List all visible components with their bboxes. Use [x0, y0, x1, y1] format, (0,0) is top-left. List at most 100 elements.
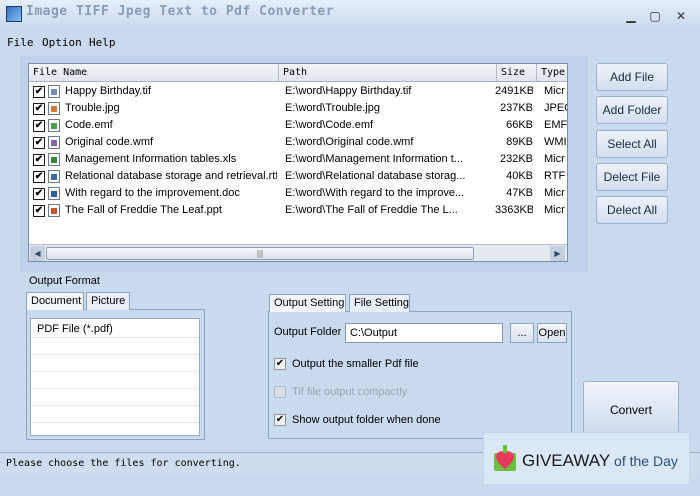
file-name: Happy Birthday.tif — [65, 85, 152, 97]
giveaway-suffix: of the Day — [610, 453, 678, 469]
file-name: Relational database storage and retrieva… — [65, 170, 277, 182]
file-path: E:\word\The Fall of Freddie The L... — [285, 204, 458, 216]
table-row[interactable]: ✔ Trouble.jpg E:\word\Trouble.jpg 237KB … — [29, 100, 567, 117]
file-list[interactable]: File Name Path Size Type ✔ Happy Birthda… — [28, 63, 568, 262]
scroll-thumb[interactable]: ||| — [46, 247, 474, 260]
file-name: With regard to the improvement.doc — [65, 187, 240, 199]
row-checkbox[interactable]: ✔ — [33, 154, 45, 166]
window-title: Image TIFF Jpeg Text to Pdf Converter — [26, 4, 335, 19]
file-type: EMF — [544, 119, 568, 131]
column-type[interactable]: Type — [537, 64, 567, 82]
smaller-pdf-checkbox[interactable]: ✔ — [274, 358, 286, 370]
open-button[interactable]: Open — [537, 323, 567, 343]
file-path: E:\word\Happy Birthday.tif — [285, 85, 412, 97]
app-icon — [6, 6, 22, 22]
menu-help[interactable]: Help — [89, 36, 116, 49]
close-button[interactable]: ✕ — [671, 8, 691, 24]
rtf-file-icon — [48, 170, 60, 183]
row-checkbox[interactable]: ✔ — [33, 86, 45, 98]
column-file-name[interactable]: File Name — [29, 64, 279, 82]
format-item-pdf[interactable]: PDF File (*.pdf) — [31, 321, 199, 338]
list-item — [31, 355, 199, 372]
table-row[interactable]: ✔ Original code.wmf E:\word\Original cod… — [29, 134, 567, 151]
gift-heart-icon — [494, 445, 516, 471]
row-checkbox[interactable]: ✔ — [33, 171, 45, 183]
compact-tif-checkbox — [274, 386, 286, 398]
list-item — [31, 338, 199, 355]
delete-file-button[interactable]: Delect File — [596, 163, 668, 191]
table-row[interactable]: ✔ The Fall of Freddie The Leaf.ppt E:\wo… — [29, 202, 567, 219]
file-size: 2491KB — [495, 85, 533, 97]
file-path: E:\word\Management Information t... — [285, 153, 463, 165]
add-folder-button[interactable]: Add Folder — [596, 96, 668, 124]
ppt-file-icon — [48, 204, 60, 217]
table-row[interactable]: ✔ Relational database storage and retrie… — [29, 168, 567, 185]
column-size[interactable]: Size — [497, 64, 537, 82]
column-path[interactable]: Path — [279, 64, 497, 82]
file-name: Code.emf — [65, 119, 113, 131]
doc-file-icon — [48, 187, 60, 200]
list-item — [31, 372, 199, 389]
list-item — [31, 406, 199, 423]
list-item — [31, 389, 199, 406]
scroll-left-icon[interactable]: ◀ — [30, 246, 45, 261]
xls-file-icon — [48, 153, 60, 166]
row-checkbox[interactable]: ✔ — [33, 120, 45, 132]
select-all-button[interactable]: Select All — [596, 130, 668, 158]
menu-file[interactable]: File — [7, 36, 34, 49]
file-name: Original code.wmf — [65, 136, 154, 148]
tab-document[interactable]: Document — [26, 292, 84, 310]
output-format-label: Output Format — [29, 275, 100, 287]
file-type: Micr — [544, 85, 565, 97]
giveaway-text: GIVEAWAY of the Day — [522, 451, 678, 471]
tif-file-icon — [48, 85, 60, 98]
horizontal-scrollbar[interactable]: ◀ ||| ▶ — [29, 244, 567, 261]
table-row[interactable]: ✔ Code.emf E:\word\Code.emf 66KB EMF — [29, 117, 568, 134]
table-row[interactable]: ✔ With regard to the improvement.doc E:\… — [29, 185, 567, 202]
format-list[interactable]: PDF File (*.pdf) — [30, 318, 200, 436]
convert-button[interactable]: Convert — [583, 381, 679, 439]
emf-file-icon — [48, 119, 60, 132]
tab-output-setting[interactable]: Output Setting — [269, 294, 346, 312]
file-path: E:\word\Trouble.jpg — [285, 102, 380, 114]
wmf-file-icon — [48, 136, 60, 149]
show-folder-checkbox[interactable]: ✔ — [274, 414, 286, 426]
row-checkbox[interactable]: ✔ — [33, 205, 45, 217]
file-path: E:\word\With regard to the improve... — [285, 187, 465, 199]
file-type: Micr — [544, 204, 565, 216]
table-row[interactable]: ✔ Happy Birthday.tif E:\word\Happy Birth… — [29, 83, 567, 100]
jpg-file-icon — [48, 102, 60, 115]
table-row[interactable]: ✔ Management Information tables.xls E:\w… — [29, 151, 567, 168]
scroll-right-icon[interactable]: ▶ — [550, 246, 565, 261]
file-list-header: File Name Path Size Type — [29, 64, 567, 82]
file-size: 89KB — [506, 136, 533, 148]
giveaway-watermark: GIVEAWAY of the Day — [483, 432, 690, 485]
row-checkbox[interactable]: ✔ — [33, 103, 45, 115]
file-name: Management Information tables.xls — [65, 153, 237, 165]
add-file-button[interactable]: Add File — [596, 63, 668, 91]
minimize-button[interactable]: ▁ — [621, 8, 641, 24]
file-type: Micr — [544, 153, 565, 165]
output-folder-input[interactable]: C:\Output — [345, 323, 503, 343]
file-size: 237KB — [499, 102, 533, 114]
browse-button[interactable]: ... — [510, 323, 534, 343]
menu-option[interactable]: Option — [42, 36, 82, 49]
compact-tif-label: Tif file output compactly — [292, 386, 408, 398]
file-path: E:\word\Code.emf — [285, 119, 374, 131]
row-checkbox[interactable]: ✔ — [33, 137, 45, 149]
tab-file-setting[interactable]: File Setting — [349, 294, 410, 312]
row-checkbox[interactable]: ✔ — [33, 188, 45, 200]
delete-all-button[interactable]: Delect All — [596, 196, 668, 224]
output-folder-label: Output Folder — [274, 326, 342, 338]
show-folder-label: Show output folder when done — [292, 414, 441, 426]
file-type: RTF — [544, 170, 566, 182]
giveaway-brand: GIVEAWAY — [522, 451, 611, 470]
file-size: 47KB — [506, 187, 533, 199]
file-name: Trouble.jpg — [65, 102, 120, 114]
file-size: 3363KB — [495, 204, 533, 216]
file-type: WMI — [544, 136, 567, 148]
tab-picture[interactable]: Picture — [86, 292, 130, 310]
file-size: 40KB — [506, 170, 533, 182]
file-type: JPEG — [544, 102, 567, 114]
maximize-button[interactable]: ▢ — [645, 8, 665, 24]
